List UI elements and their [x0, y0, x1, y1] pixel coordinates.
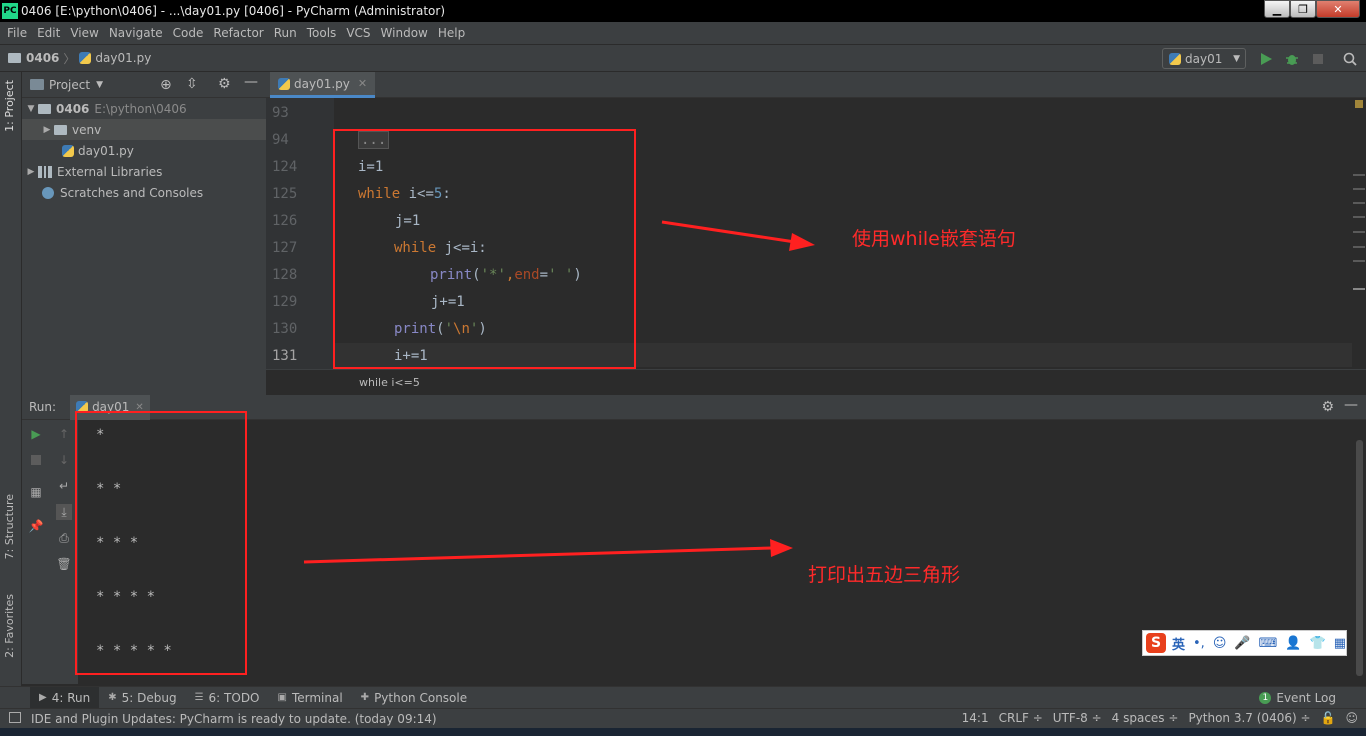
annotation-arrowhead-bottom — [770, 539, 793, 557]
keyboard-icon[interactable]: ⌨ — [1259, 636, 1278, 651]
sogou-logo-icon[interactable]: S — [1146, 633, 1166, 653]
annotation-arrow-top — [661, 220, 796, 244]
tools-grid-icon[interactable]: ▦ — [1334, 636, 1346, 651]
annotation-arrows — [303, 220, 815, 564]
user-icon[interactable]: 👤 — [1285, 636, 1301, 651]
annotation-note-bottom: 打印出五边三角形 — [808, 564, 961, 586]
annotation-arrow-bottom — [303, 546, 773, 564]
skin-icon[interactable]: 👕 — [1310, 636, 1326, 651]
annotation-arrowhead-top — [789, 233, 815, 251]
emoji-icon[interactable]: ☺ — [1213, 636, 1227, 651]
microphone-icon[interactable]: 🎤 — [1234, 636, 1250, 651]
ime-toolbar: S 英 •, ☺ 🎤 ⌨ 👤 👕 ▦ — [1142, 630, 1347, 656]
annotation-note-top: 使用while嵌套语句 — [852, 228, 1016, 250]
punctuation-icon[interactable]: •, — [1193, 636, 1205, 651]
ime-mode-toggle[interactable]: 英 — [1172, 634, 1185, 653]
